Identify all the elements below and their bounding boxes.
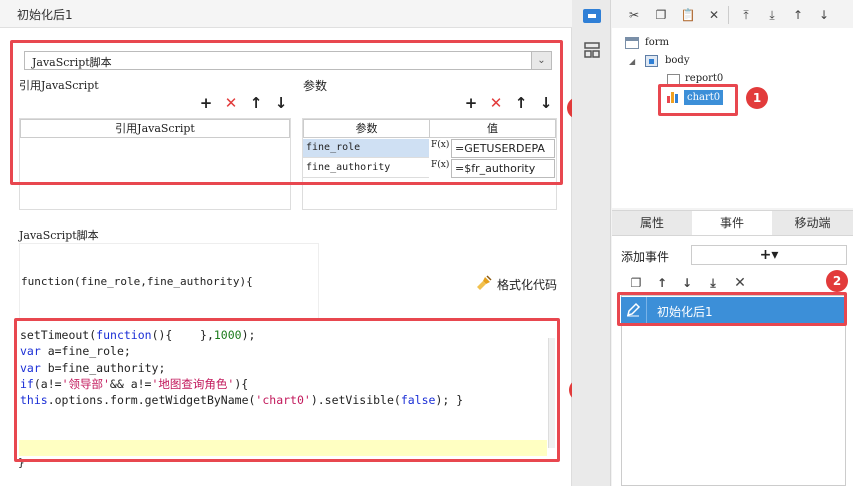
dialog-title: 初始化后1: [17, 8, 73, 22]
move-to-bottom-icon[interactable]: ⤓: [764, 7, 780, 23]
move-to-top-icon[interactable]: ⤒: [738, 7, 754, 23]
component-tree: form ◢ body report0 chart0: [612, 28, 853, 208]
expand-arrow-icon[interactable]: ◢: [629, 57, 635, 66]
move-up-event-icon[interactable]: ↑: [654, 275, 670, 291]
badge-1: 1: [746, 87, 768, 109]
copy-icon[interactable]: ❐: [653, 7, 669, 23]
copy-event-icon[interactable]: ❐: [628, 275, 644, 291]
add-event-label: 添加事件: [621, 250, 670, 264]
highlight-box-3: [10, 40, 563, 185]
panel-switcher: [572, 0, 611, 486]
layout-icon[interactable]: [583, 42, 601, 58]
tab-properties[interactable]: 属性: [612, 211, 692, 235]
function-signature: function(fine_role,fine_authority){: [21, 275, 253, 288]
brush-icon[interactable]: [476, 275, 492, 291]
delete-icon[interactable]: ✕: [706, 7, 722, 23]
body-icon: [645, 55, 658, 67]
event-editor-dialog: 初始化后1 JavaScript脚本 ⌄ 引用JavaScript + ✕ ↑ …: [0, 0, 591, 486]
add-event-dropdown[interactable]: +▾: [691, 245, 847, 265]
paste-icon[interactable]: 📋: [680, 7, 696, 23]
tree-node-form[interactable]: form: [645, 37, 669, 48]
badge-2: 2: [826, 270, 848, 292]
move-up-icon[interactable]: ↑: [790, 7, 806, 23]
tab-mobile[interactable]: 移动端: [772, 211, 853, 235]
move-down-icon[interactable]: ↓: [816, 7, 832, 23]
cut-icon[interactable]: ✂: [626, 7, 642, 23]
component-tree-tab-icon[interactable]: [583, 9, 601, 23]
toolbar-divider: [728, 6, 729, 24]
function-header-area: function(fine_role,fine_authority){: [19, 243, 319, 319]
highlight-box-2: [617, 292, 847, 326]
move-down-event-icon[interactable]: ↓: [679, 275, 695, 291]
format-code-button[interactable]: 格式化代码: [497, 276, 557, 293]
form-icon: [625, 37, 639, 49]
tab-events[interactable]: 事件: [692, 211, 772, 235]
tree-node-body[interactable]: body: [665, 55, 689, 66]
move-to-bottom-event-icon[interactable]: ⤓: [705, 275, 721, 291]
script-section-label: JavaScript脚本: [19, 229, 99, 242]
dialog-title-bar: 初始化后1: [0, 0, 572, 28]
highlight-box-1: [658, 84, 738, 116]
tree-node-report0[interactable]: report0: [685, 73, 723, 84]
highlight-box-4: [14, 318, 560, 462]
delete-event-icon[interactable]: ✕: [732, 275, 748, 291]
